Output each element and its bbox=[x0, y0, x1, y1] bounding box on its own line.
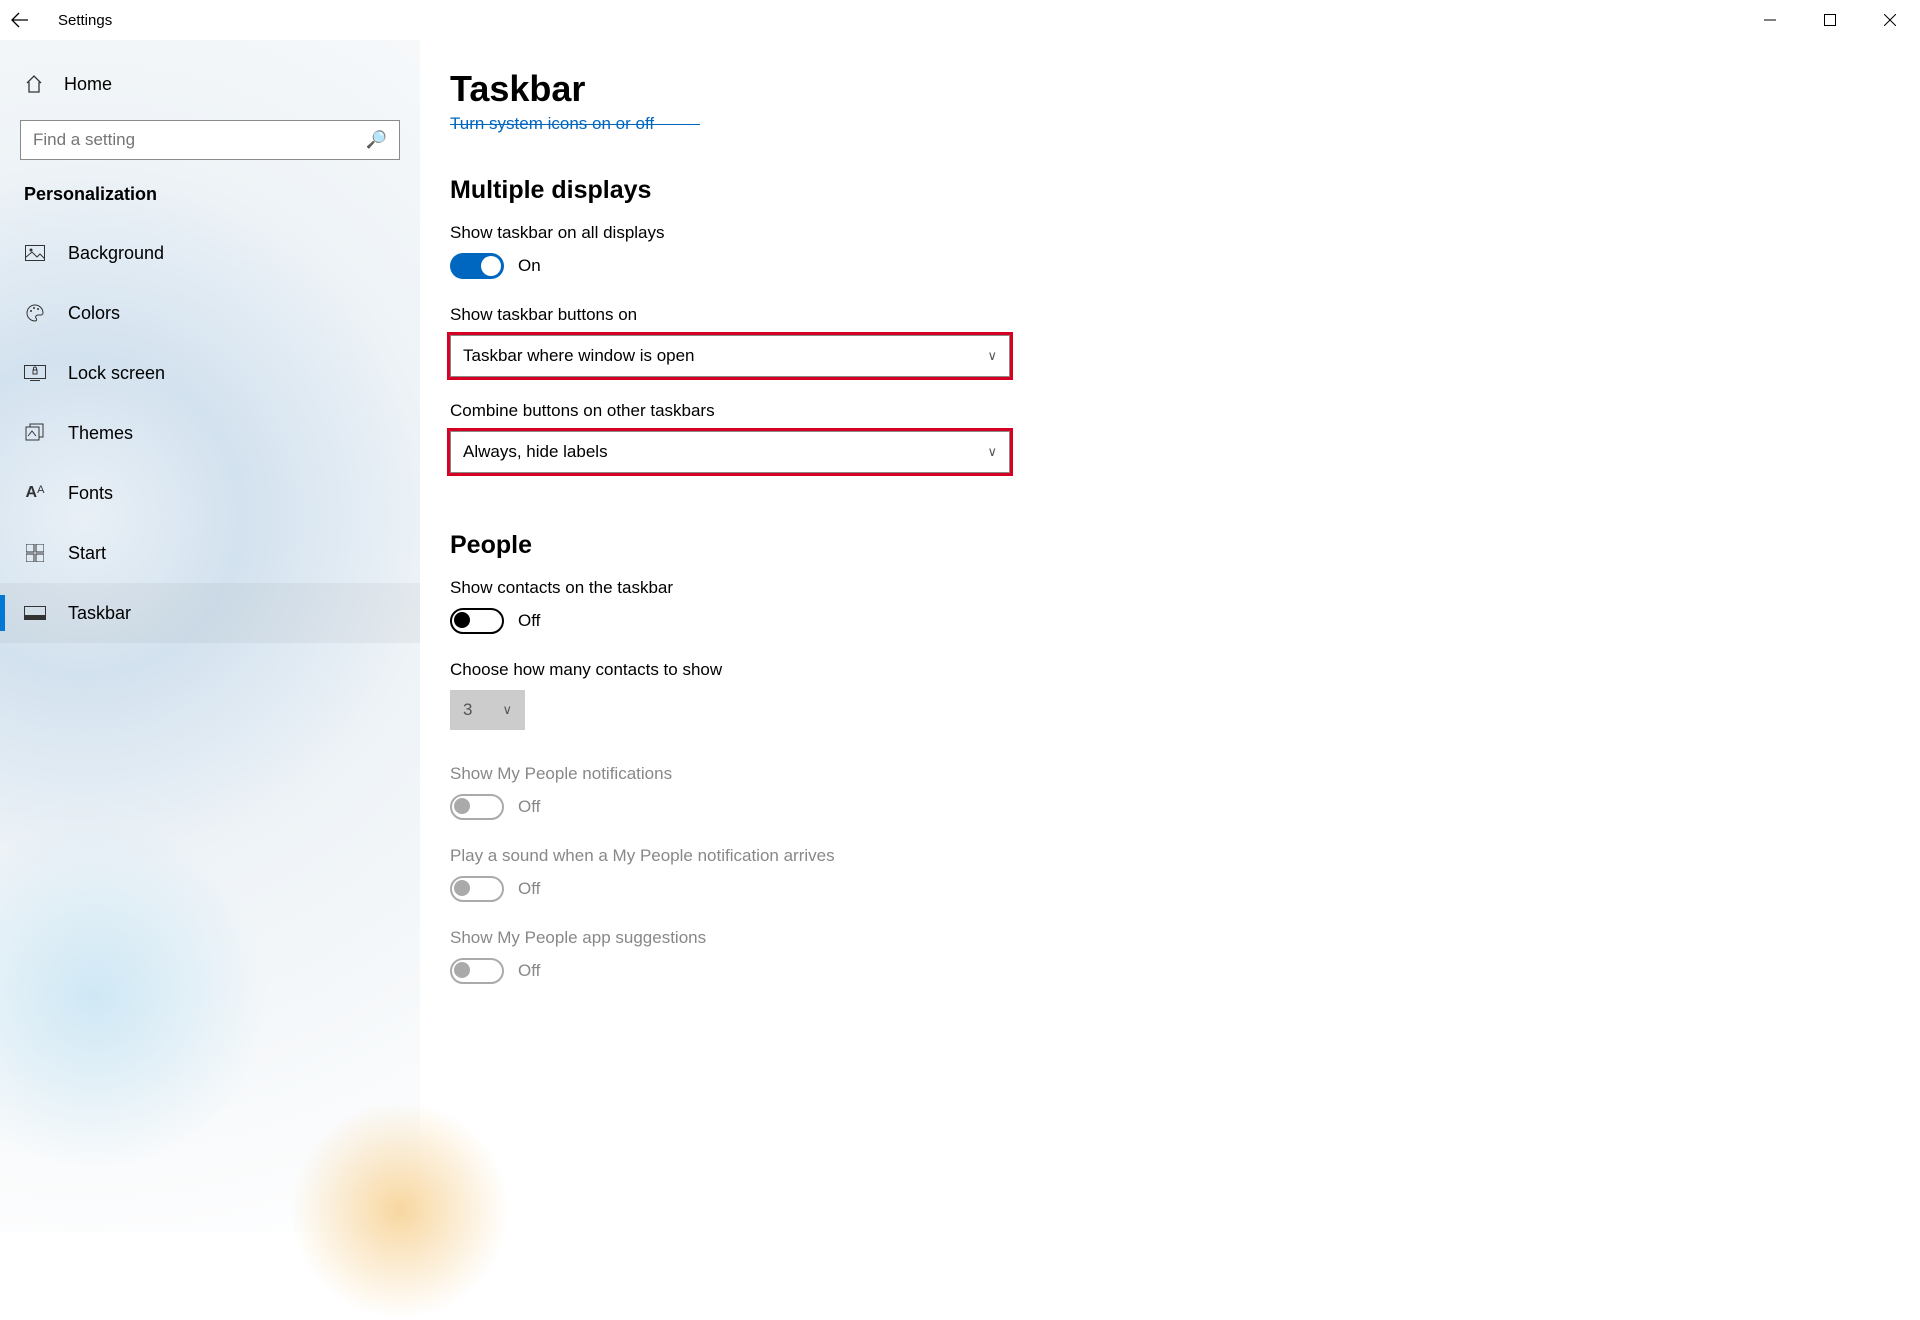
toggle-state-text: Off bbox=[518, 797, 540, 817]
search-field[interactable] bbox=[33, 130, 366, 150]
chevron-down-icon: ∨ bbox=[502, 702, 512, 718]
home-button[interactable]: Home bbox=[0, 58, 420, 110]
maximize-button[interactable] bbox=[1800, 0, 1860, 40]
sidebar-item-label: Start bbox=[68, 543, 106, 564]
sidebar-item-themes[interactable]: Themes bbox=[0, 403, 420, 463]
section-heading-people: People bbox=[450, 531, 1880, 560]
fonts-icon: AA bbox=[24, 484, 46, 502]
chevron-down-icon: ∨ bbox=[987, 444, 997, 460]
toggle-my-people-suggestions bbox=[450, 958, 504, 984]
decorative-blob bbox=[0, 820, 270, 1170]
dropdown-show-taskbar-buttons-on[interactable]: Taskbar where window is open ∨ bbox=[450, 335, 1010, 377]
dropdown-value: 3 bbox=[463, 700, 472, 720]
label-my-people-sound: Play a sound when a My People notificati… bbox=[450, 846, 1880, 866]
sidebar-item-label: Background bbox=[68, 243, 164, 264]
palette-icon bbox=[24, 303, 46, 323]
toggle-show-taskbar-all-displays[interactable] bbox=[450, 253, 504, 279]
section-heading-multiple-displays: Multiple displays bbox=[450, 176, 1880, 205]
dropdown-value: Taskbar where window is open bbox=[463, 346, 695, 366]
search-input[interactable]: 🔍 bbox=[20, 120, 400, 160]
label-combine-buttons: Combine buttons on other taskbars bbox=[450, 401, 1880, 421]
title-bar: Settings bbox=[0, 0, 1920, 40]
search-icon: 🔍 bbox=[366, 130, 387, 150]
sidebar-item-label: Lock screen bbox=[68, 363, 165, 384]
maximize-icon bbox=[1824, 14, 1836, 26]
sidebar-item-taskbar[interactable]: Taskbar bbox=[0, 583, 420, 643]
clipped-decoration bbox=[450, 124, 700, 125]
toggle-state-text: Off bbox=[518, 611, 540, 631]
toggle-knob bbox=[454, 880, 470, 896]
dropdown-combine-buttons[interactable]: Always, hide labels ∨ bbox=[450, 431, 1010, 473]
window-controls bbox=[1740, 0, 1920, 40]
toggle-my-people-sound bbox=[450, 876, 504, 902]
sidebar-item-label: Colors bbox=[68, 303, 120, 324]
sidebar-item-label: Fonts bbox=[68, 483, 113, 504]
sidebar-item-background[interactable]: Background bbox=[0, 223, 420, 283]
minimize-icon bbox=[1764, 14, 1776, 26]
toggle-my-people-notifications bbox=[450, 794, 504, 820]
image-icon bbox=[24, 245, 46, 261]
close-button[interactable] bbox=[1860, 0, 1920, 40]
home-label: Home bbox=[64, 74, 112, 95]
dropdown-value: Always, hide labels bbox=[463, 442, 608, 462]
back-button[interactable] bbox=[0, 0, 40, 40]
chevron-down-icon: ∨ bbox=[987, 348, 997, 364]
page-title: Taskbar bbox=[450, 68, 1880, 110]
sidebar-item-label: Themes bbox=[68, 423, 133, 444]
link-turn-system-icons[interactable]: Turn system icons on or off bbox=[450, 114, 1880, 136]
arrow-left-icon bbox=[11, 11, 29, 29]
themes-icon bbox=[24, 423, 46, 443]
close-icon bbox=[1884, 14, 1896, 26]
toggle-state-text: On bbox=[518, 256, 541, 276]
label-my-people-notifications: Show My People notifications bbox=[450, 764, 1880, 784]
sidebar: Home 🔍 Personalization Background Colors… bbox=[0, 40, 420, 1232]
label-my-people-suggestions: Show My People app suggestions bbox=[450, 928, 1880, 948]
toggle-knob bbox=[454, 962, 470, 978]
minimize-button[interactable] bbox=[1740, 0, 1800, 40]
sidebar-item-fonts[interactable]: AA Fonts bbox=[0, 463, 420, 523]
toggle-knob bbox=[481, 256, 501, 276]
toggle-show-contacts[interactable] bbox=[450, 608, 504, 634]
main-content: Taskbar Turn system icons on or off Mult… bbox=[420, 40, 1920, 1232]
label-show-taskbar-all-displays: Show taskbar on all displays bbox=[450, 223, 1880, 243]
toggle-state-text: Off bbox=[518, 879, 540, 899]
label-show-contacts: Show contacts on the taskbar bbox=[450, 578, 1880, 598]
lock-screen-icon bbox=[24, 365, 46, 381]
sidebar-item-colors[interactable]: Colors bbox=[0, 283, 420, 343]
toggle-state-text: Off bbox=[518, 961, 540, 981]
toggle-knob bbox=[454, 612, 470, 628]
label-show-taskbar-buttons-on: Show taskbar buttons on bbox=[450, 305, 1880, 325]
home-icon bbox=[24, 74, 44, 94]
window-title: Settings bbox=[58, 12, 112, 29]
start-icon bbox=[24, 544, 46, 562]
sidebar-item-label: Taskbar bbox=[68, 603, 131, 624]
sidebar-item-start[interactable]: Start bbox=[0, 523, 420, 583]
sidebar-item-lock-screen[interactable]: Lock screen bbox=[0, 343, 420, 403]
dropdown-contacts-count[interactable]: 3 ∨ bbox=[450, 690, 525, 730]
taskbar-icon bbox=[24, 606, 46, 620]
sidebar-section-title: Personalization bbox=[0, 178, 420, 223]
label-contacts-count: Choose how many contacts to show bbox=[450, 660, 1880, 680]
toggle-knob bbox=[454, 798, 470, 814]
